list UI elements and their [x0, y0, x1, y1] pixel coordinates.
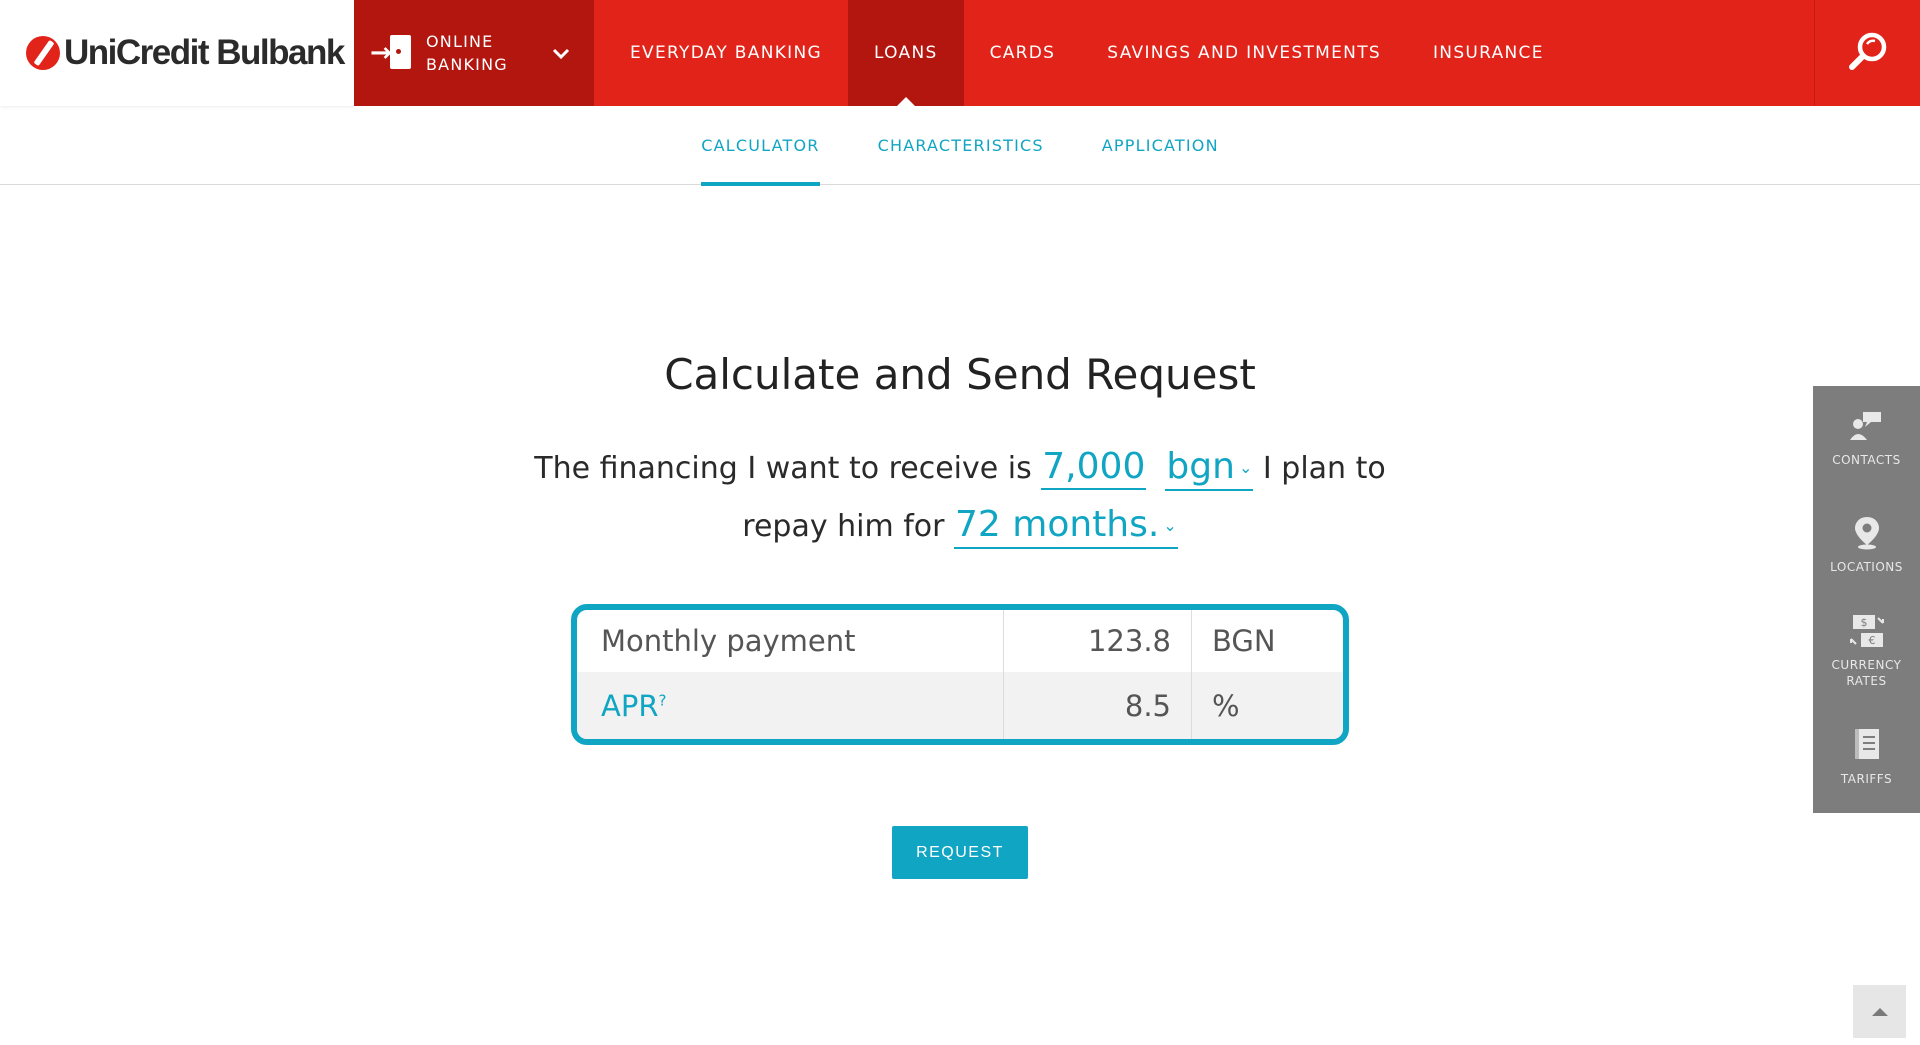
scroll-to-top-button[interactable]	[1853, 985, 1906, 1038]
side-item-label: CURRENCY RATES	[1831, 658, 1902, 688]
triangle-up-icon	[1871, 1002, 1889, 1021]
top-header: UniCredit Bulbank → ONLINE BANKING EVERY…	[0, 0, 1920, 106]
monthly-payment-value: 123.8	[1004, 610, 1192, 672]
period-value: 72 months.	[955, 504, 1160, 545]
period-select[interactable]: 72 months. ⌄	[954, 504, 1178, 549]
contacts-icon	[1849, 410, 1885, 448]
table-row: Monthly payment 123.8 BGN	[577, 610, 1343, 672]
side-item-label: LOCATIONS	[1830, 560, 1903, 574]
amount-input[interactable]: 7,000	[1041, 446, 1147, 490]
chevron-down-icon: ⌄	[1238, 458, 1253, 477]
unicredit-logo-icon	[26, 36, 60, 70]
result-table: Monthly payment 123.8 BGN APR? 8.5 %	[571, 604, 1349, 745]
tab-characteristics[interactable]: CHARACTERISTICS	[849, 106, 1073, 185]
online-banking-label: ONLINE BANKING	[426, 32, 508, 74]
search-icon	[1847, 30, 1889, 76]
chevron-down-icon	[552, 41, 570, 65]
svg-text:€: €	[1868, 634, 1875, 647]
side-item-tariffs[interactable]: TARIFFS	[1813, 704, 1920, 810]
table-row: APR? 8.5 %	[577, 672, 1343, 739]
apr-label: APR	[601, 688, 659, 723]
apr-label-cell: APR?	[577, 672, 1004, 739]
main-nav: EVERYDAY BANKING LOANS CARDS SAVINGS AND…	[604, 0, 1570, 106]
apr-value: 8.5	[1004, 672, 1192, 739]
location-pin-icon	[1852, 515, 1882, 555]
loan-sentence: The financing I want to receive is 7,000…	[0, 440, 1920, 556]
currency-select[interactable]: bgn ⌄	[1165, 446, 1254, 491]
tariffs-book-icon	[1851, 727, 1883, 767]
apr-unit: %	[1212, 688, 1240, 723]
currency-exchange-icon: $ €	[1847, 613, 1887, 653]
side-panel: CONTACTS LOCATIONS $ € CURRENCY RATES TA…	[1813, 386, 1920, 813]
side-item-currency-rates[interactable]: $ € CURRENCY RATES	[1813, 598, 1920, 704]
side-item-label: TARIFFS	[1840, 772, 1893, 786]
sentence-text-2: I plan to	[1262, 451, 1386, 486]
nav-insurance[interactable]: INSURANCE	[1407, 0, 1570, 106]
logo-text: UniCredit Bulbank	[64, 33, 345, 72]
chevron-down-icon: ⌄	[1163, 516, 1177, 535]
nav-savings-and-investments[interactable]: SAVINGS AND INVESTMENTS	[1081, 0, 1407, 106]
apr-info-marker: ?	[658, 690, 667, 709]
monthly-payment-label: Monthly payment	[577, 610, 1004, 672]
nav-loans[interactable]: LOANS	[847, 0, 964, 106]
tab-calculator[interactable]: CALCULATOR	[672, 106, 848, 186]
logo[interactable]: UniCredit Bulbank	[0, 0, 354, 106]
login-door-icon: →	[370, 33, 414, 73]
nav-everyday-banking[interactable]: EVERYDAY BANKING	[604, 0, 848, 106]
sentence-text-3: repay him for	[742, 509, 945, 544]
request-button[interactable]: REQUEST	[892, 826, 1028, 879]
monthly-payment-unit: BGN	[1212, 624, 1276, 658]
online-banking-button[interactable]: → ONLINE BANKING	[354, 0, 594, 106]
sentence-text-1: The financing I want to receive is	[534, 451, 1032, 486]
apr-link[interactable]: APR?	[601, 689, 666, 723]
sub-nav: CALCULATOR CHARACTERISTICS APPLICATION	[0, 106, 1920, 186]
nav-cards[interactable]: CARDS	[964, 0, 1082, 106]
side-item-label: CONTACTS	[1832, 453, 1901, 467]
svg-text:$: $	[1860, 616, 1867, 629]
side-item-contacts[interactable]: CONTACTS	[1813, 386, 1920, 492]
side-item-locations[interactable]: LOCATIONS	[1813, 492, 1920, 598]
tab-application[interactable]: APPLICATION	[1073, 106, 1248, 185]
calculator-title: Calculate and Send Request	[664, 350, 1256, 399]
search-button[interactable]	[1814, 0, 1920, 106]
currency-value: bgn	[1166, 446, 1235, 487]
